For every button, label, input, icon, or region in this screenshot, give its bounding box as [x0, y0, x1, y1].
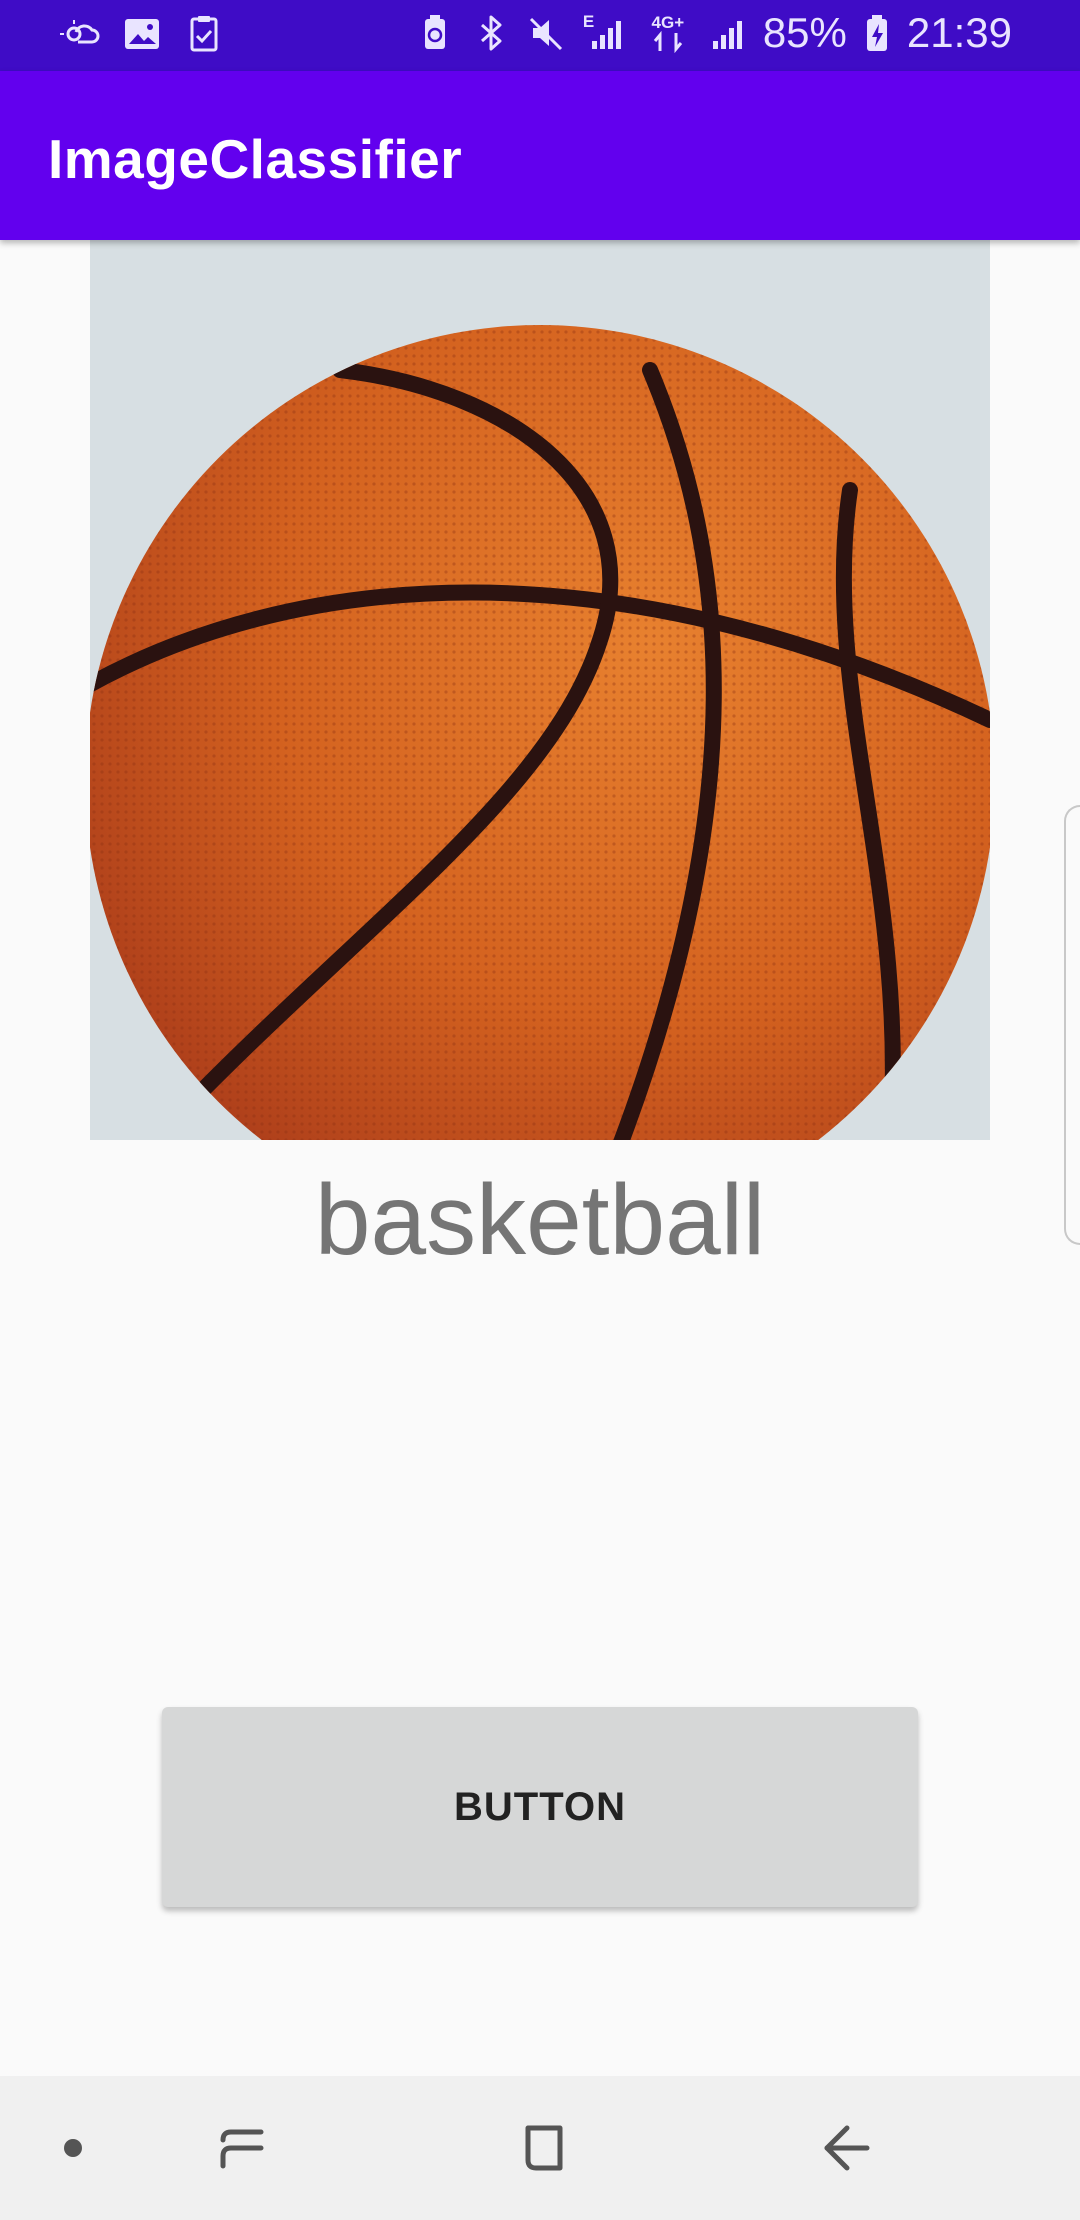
classified-image	[90, 240, 990, 1140]
home-icon[interactable]	[499, 2103, 589, 2193]
basketball-image	[90, 240, 990, 1140]
battery-percent: 85%	[762, 9, 847, 56]
network-type-label-2: 4G+	[651, 12, 685, 32]
mute-icon	[527, 13, 567, 53]
data-activity-icon: 4G+	[645, 13, 691, 53]
battery-saver-icon	[415, 13, 455, 53]
edge-panel-handle[interactable]	[1064, 805, 1080, 1245]
app-bar: ImageClassifier	[0, 71, 1080, 240]
clock: 21:39	[906, 9, 1012, 56]
status-bar: E 4G+ 85% 21:39	[0, 0, 1080, 71]
gallery-icon	[122, 14, 162, 54]
signal-icon: E	[583, 13, 629, 53]
bluetooth-icon	[471, 13, 511, 53]
recents-icon[interactable]	[198, 2103, 288, 2193]
status-right-icons: E 4G+ 85% 21:39	[415, 12, 1012, 54]
back-icon[interactable]	[802, 2103, 892, 2193]
signal-icon-2	[707, 13, 747, 53]
classification-result: basketball	[314, 1164, 766, 1276]
dot-icon[interactable]	[28, 2103, 118, 2193]
battery-charging-icon	[863, 13, 891, 53]
network-type-label: E	[582, 12, 595, 31]
task-icon	[184, 14, 224, 54]
classify-button[interactable]: BUTTON	[162, 1707, 918, 1907]
status-left-icons	[60, 14, 224, 54]
app-title: ImageClassifier	[48, 128, 463, 190]
navigation-bar	[0, 2076, 1080, 2220]
weather-icon	[60, 14, 100, 54]
